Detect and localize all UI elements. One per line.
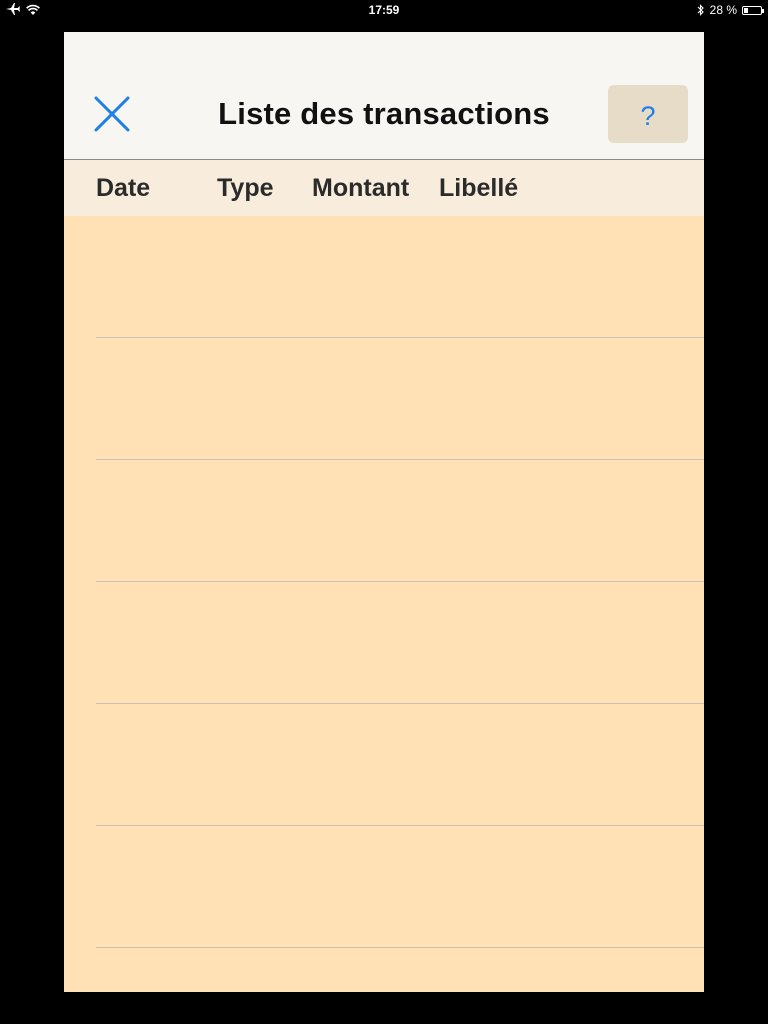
- column-header-type: Type: [217, 174, 274, 202]
- transaction-list[interactable]: [64, 216, 704, 948]
- column-header-label: Libellé: [439, 174, 519, 202]
- column-header-row: Date Type Montant Libellé: [64, 160, 704, 216]
- table-row[interactable]: [96, 460, 704, 582]
- column-header-date: Date: [96, 174, 151, 202]
- column-header-amount: Montant: [312, 174, 410, 202]
- nav-bar: Liste des transactions ?: [64, 32, 704, 160]
- table-row[interactable]: [96, 338, 704, 460]
- table-row[interactable]: [96, 216, 704, 338]
- battery-percentage: 28 %: [709, 3, 737, 17]
- help-button[interactable]: ?: [608, 85, 688, 143]
- bluetooth-icon: [697, 4, 704, 16]
- battery-fill: [744, 7, 748, 13]
- table-row[interactable]: [96, 826, 704, 948]
- table-row[interactable]: [96, 704, 704, 826]
- battery-icon: [742, 5, 764, 15]
- status-bar: 17:59 28 %: [0, 0, 768, 22]
- transactions-sheet: Liste des transactions ? Date Type Monta…: [64, 32, 704, 992]
- status-right: 28 %: [697, 3, 764, 17]
- table-row[interactable]: [96, 582, 704, 704]
- status-time: 17:59: [368, 3, 400, 17]
